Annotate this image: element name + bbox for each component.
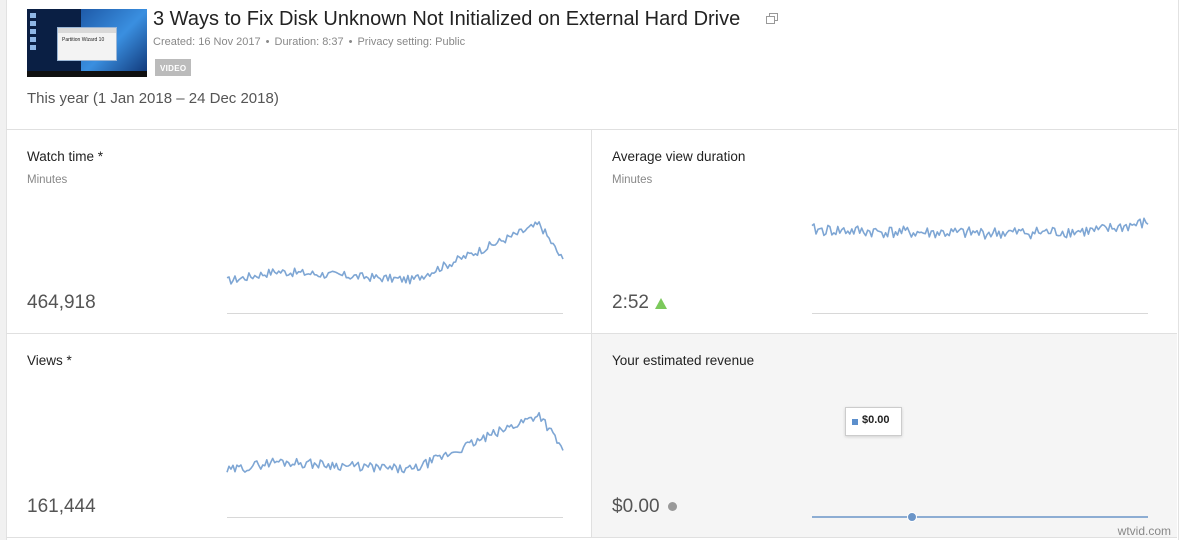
avg-view-duration-title: Average view duration [612, 149, 746, 164]
created-date: Created: 16 Nov 2017 [153, 36, 261, 48]
watch-time-baseline [227, 313, 563, 314]
avg-view-duration-baseline [812, 313, 1148, 314]
thumbnail-text: Partition Wizard 10 [62, 37, 105, 43]
thumbnail-taskbar [27, 71, 147, 77]
watch-time-sparkline [226, 221, 564, 285]
views-sparkline [226, 411, 564, 474]
revenue-indicator-icon [668, 502, 677, 511]
legend-swatch [852, 419, 858, 425]
watch-time-title: Watch time * [27, 149, 104, 164]
revenue-value: $0.00 [612, 496, 660, 517]
revenue-tooltip: $0.00 [845, 407, 902, 436]
meta-separator: • [265, 36, 270, 48]
avg-view-duration-value: 2:52 [612, 292, 649, 313]
revenue-tooltip-value: $0.00 [862, 414, 890, 426]
date-range[interactable]: This year (1 Jan 2018 – 24 Dec 2018) [27, 90, 279, 107]
revenue-title: Your estimated revenue [612, 353, 755, 368]
watermark: wtvid.com [1117, 524, 1171, 538]
revenue-sparkline [812, 512, 1148, 522]
video-title[interactable]: 3 Ways to Fix Disk Unknown Not Initializ… [153, 8, 740, 31]
watch-time-unit: Minutes [27, 174, 68, 186]
views-baseline [227, 517, 563, 518]
meta-separator: • [348, 36, 353, 48]
thumbnail-window: Partition Wizard 10 [57, 27, 117, 61]
watch-time-value: 464,918 [27, 292, 96, 313]
trend-up-icon [655, 298, 667, 309]
privacy-setting: Privacy setting: Public [357, 36, 466, 48]
avg-view-duration-unit: Minutes [612, 174, 653, 186]
video-thumbnail[interactable]: Partition Wizard 10 [27, 9, 147, 77]
video-badge: VIDEO [155, 59, 192, 76]
views-value: 161,444 [27, 496, 96, 517]
video-meta: Created: 16 Nov 2017 • Duration: 8:37 • Priv… [153, 36, 465, 48]
external-link-icon[interactable] [766, 13, 778, 25]
avg-view-duration-sparkline [811, 217, 1149, 240]
thumbnail-desktop-icons [30, 13, 36, 53]
views-title: Views * [27, 353, 72, 368]
video-duration: Duration: 8:37 [274, 36, 344, 48]
